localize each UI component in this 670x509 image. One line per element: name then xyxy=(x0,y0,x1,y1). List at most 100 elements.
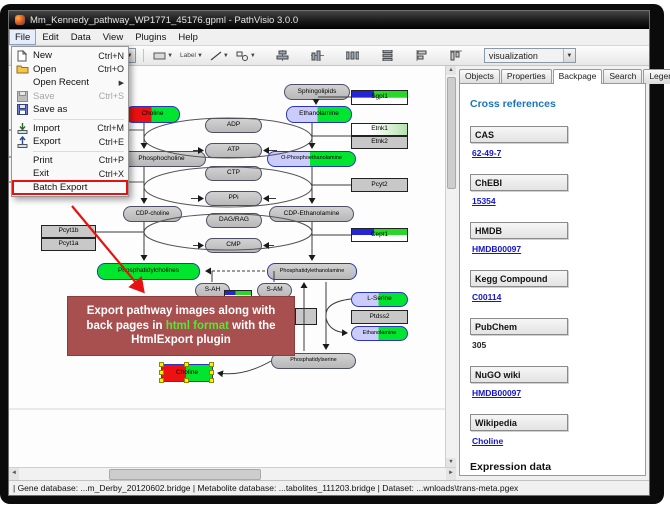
menu-item-shortcut: Ctrl+N xyxy=(98,51,124,61)
xref-source-box: Wikipedia xyxy=(470,414,568,431)
tab-search[interactable]: Search xyxy=(603,69,642,84)
scrollbar-thumb[interactable] xyxy=(109,469,261,480)
xref-link[interactable]: 15354 xyxy=(472,196,637,206)
scroll-right-icon[interactable]: ► xyxy=(446,468,456,480)
new-line-button[interactable]: ▼ xyxy=(208,50,231,62)
tab-legend[interactable]: Legend xyxy=(643,69,670,84)
blank-icon xyxy=(15,182,29,193)
file-menu-item-save-as[interactable]: Save as xyxy=(13,103,127,117)
export-icon xyxy=(15,136,29,147)
menu-view[interactable]: View xyxy=(97,29,129,45)
file-menu-item-batch-export[interactable]: Batch Export xyxy=(13,181,127,195)
chevron-down-icon[interactable]: ▼ xyxy=(167,53,173,59)
menu-bar: FileEditDataViewPluginsHelp xyxy=(9,29,649,46)
chevron-down-icon[interactable]: ▼ xyxy=(250,53,256,59)
scroll-left-icon[interactable]: ◄ xyxy=(9,468,19,480)
chevron-down-icon[interactable]: ▼ xyxy=(563,49,575,62)
file-menu-item-new[interactable]: New Ctrl+N xyxy=(13,49,127,63)
menu-item-shortcut: Ctrl+M xyxy=(97,123,124,133)
new-label-button[interactable]: Label ▼ xyxy=(178,51,205,60)
blank-icon xyxy=(15,77,29,88)
tab-objects[interactable]: Objects xyxy=(459,69,500,84)
xref-source-box: Kegg Compound xyxy=(470,270,568,287)
visualization-combobox[interactable]: visualization ▼ xyxy=(484,48,576,63)
xref-section-wikipedia: Wikipedia Choline xyxy=(470,414,637,446)
menu-item-label: Print xyxy=(33,155,95,166)
status-text: | Gene database: ...m_Derby_20120602.bri… xyxy=(13,483,518,493)
app-icon xyxy=(15,15,25,25)
distribute-horizontal-button[interactable] xyxy=(344,49,361,62)
file-menu-item-exit[interactable]: ExitCtrl+X xyxy=(13,167,127,181)
shape-tool-icon xyxy=(236,51,249,61)
align-left-icon xyxy=(416,50,428,61)
scrollbar-thumb[interactable] xyxy=(447,77,456,189)
menu-item-label: Open xyxy=(33,64,94,75)
menu-separator xyxy=(33,151,124,152)
blank-icon xyxy=(15,168,29,179)
new-shape-button[interactable]: ▼ xyxy=(234,50,258,62)
xref-link[interactable]: HMDB00097 xyxy=(472,244,637,254)
window-title: Mm_Kennedy_pathway_WP1771_45176.gpml - P… xyxy=(30,15,298,26)
submenu-arrow-icon: ▶ xyxy=(119,79,124,87)
menu-separator xyxy=(33,119,124,120)
canvas-horizontal-scrollbar[interactable]: ◄ ► xyxy=(9,467,456,480)
align-top-button[interactable] xyxy=(448,49,464,62)
xref-section-chebi: ChEBI 15354 xyxy=(470,174,637,206)
side-panel: ObjectsPropertiesBackpageSearchLegend Cr… xyxy=(456,66,649,480)
xref-section-hmdb: HMDBHMDB00097 xyxy=(470,222,637,254)
xref-source-box: ChEBI xyxy=(470,174,568,191)
xref-link[interactable]: 62-49-7 xyxy=(472,148,637,158)
menu-item-label: Open Recent xyxy=(33,77,111,88)
xref-source-box: NuGO wiki xyxy=(470,366,568,383)
status-bar: | Gene database: ...m_Derby_20120602.bri… xyxy=(9,480,649,495)
canvas-vertical-scrollbar[interactable]: ▲ ▼ xyxy=(445,66,456,467)
annotation-callout: Export pathway images along with back pa… xyxy=(67,296,295,356)
chevron-down-icon[interactable]: ▼ xyxy=(223,53,229,59)
menu-item-shortcut: Ctrl+X xyxy=(99,169,124,179)
file-menu-item-export[interactable]: ExportCtrl+E xyxy=(13,135,127,149)
file-menu-item-open[interactable]: Open Ctrl+O xyxy=(13,63,127,77)
side-panel-tabs: ObjectsPropertiesBackpageSearchLegend xyxy=(459,69,646,84)
align-center-x-icon xyxy=(276,50,289,61)
menu-edit[interactable]: Edit xyxy=(36,29,64,45)
align-left-button[interactable] xyxy=(414,49,430,62)
xref-section-nugo-wiki: NuGO wiki HMDB00097 xyxy=(470,366,637,398)
menu-file[interactable]: File xyxy=(9,29,36,45)
distribute-vertical-button[interactable] xyxy=(379,49,396,62)
menu-help[interactable]: Help xyxy=(172,29,204,45)
callout-highlight: html format xyxy=(166,320,229,332)
menu-item-label: Export xyxy=(33,136,95,147)
menu-data[interactable]: Data xyxy=(65,29,97,45)
menu-item-shortcut: Ctrl+O xyxy=(98,64,124,74)
line-tool-icon xyxy=(210,51,222,61)
tab-properties[interactable]: Properties xyxy=(501,69,552,84)
tab-backpage[interactable]: Backpage xyxy=(553,69,603,84)
import-icon xyxy=(15,123,29,134)
new-datanode-button[interactable]: ▼ xyxy=(151,50,175,62)
menu-plugins[interactable]: Plugins xyxy=(129,29,172,45)
backpage-content: Cross references CAS62-49-7ChEBI15354HMD… xyxy=(459,83,646,476)
file-menu-item-import[interactable]: ImportCtrl+M xyxy=(13,122,127,136)
align-top-icon xyxy=(450,50,462,61)
chevron-down-icon[interactable]: ▼ xyxy=(197,53,203,59)
xref-section-pubchem: PubChem305 xyxy=(470,318,637,350)
xref-section-kegg-compound: Kegg Compound C00114 xyxy=(470,270,637,302)
scroll-up-icon[interactable]: ▲ xyxy=(446,66,456,75)
file-menu-item-print[interactable]: PrintCtrl+P xyxy=(13,154,127,168)
xref-source-box: CAS xyxy=(470,126,568,143)
xref-link[interactable]: Choline xyxy=(472,436,637,446)
pathvisio-window: Mm_Kennedy_pathway_WP1771_45176.gpml - P… xyxy=(8,10,650,496)
scroll-down-icon[interactable]: ▼ xyxy=(446,458,456,467)
menu-item-label: New xyxy=(33,50,94,61)
title-bar[interactable]: Mm_Kennedy_pathway_WP1771_45176.gpml - P… xyxy=(9,11,649,29)
cross-reference-sections: CAS 62-49-7 ChEBI 15354 HMDBHMDB00097 Kegg Co… xyxy=(470,126,637,446)
file-menu-item-open-recent[interactable]: Open Recent ▶ xyxy=(13,76,127,90)
align-center-y-button[interactable] xyxy=(309,49,326,62)
visualization-value: visualization xyxy=(489,51,538,61)
xref-link[interactable]: C00114 xyxy=(472,292,637,302)
open-folder-icon xyxy=(15,64,29,75)
file-menu-item-save[interactable]: SaveCtrl+S xyxy=(13,90,127,104)
xref-section-cas: CAS 62-49-7 xyxy=(470,126,637,158)
align-center-x-button[interactable] xyxy=(274,49,291,62)
xref-link[interactable]: HMDB00097 xyxy=(472,388,637,398)
